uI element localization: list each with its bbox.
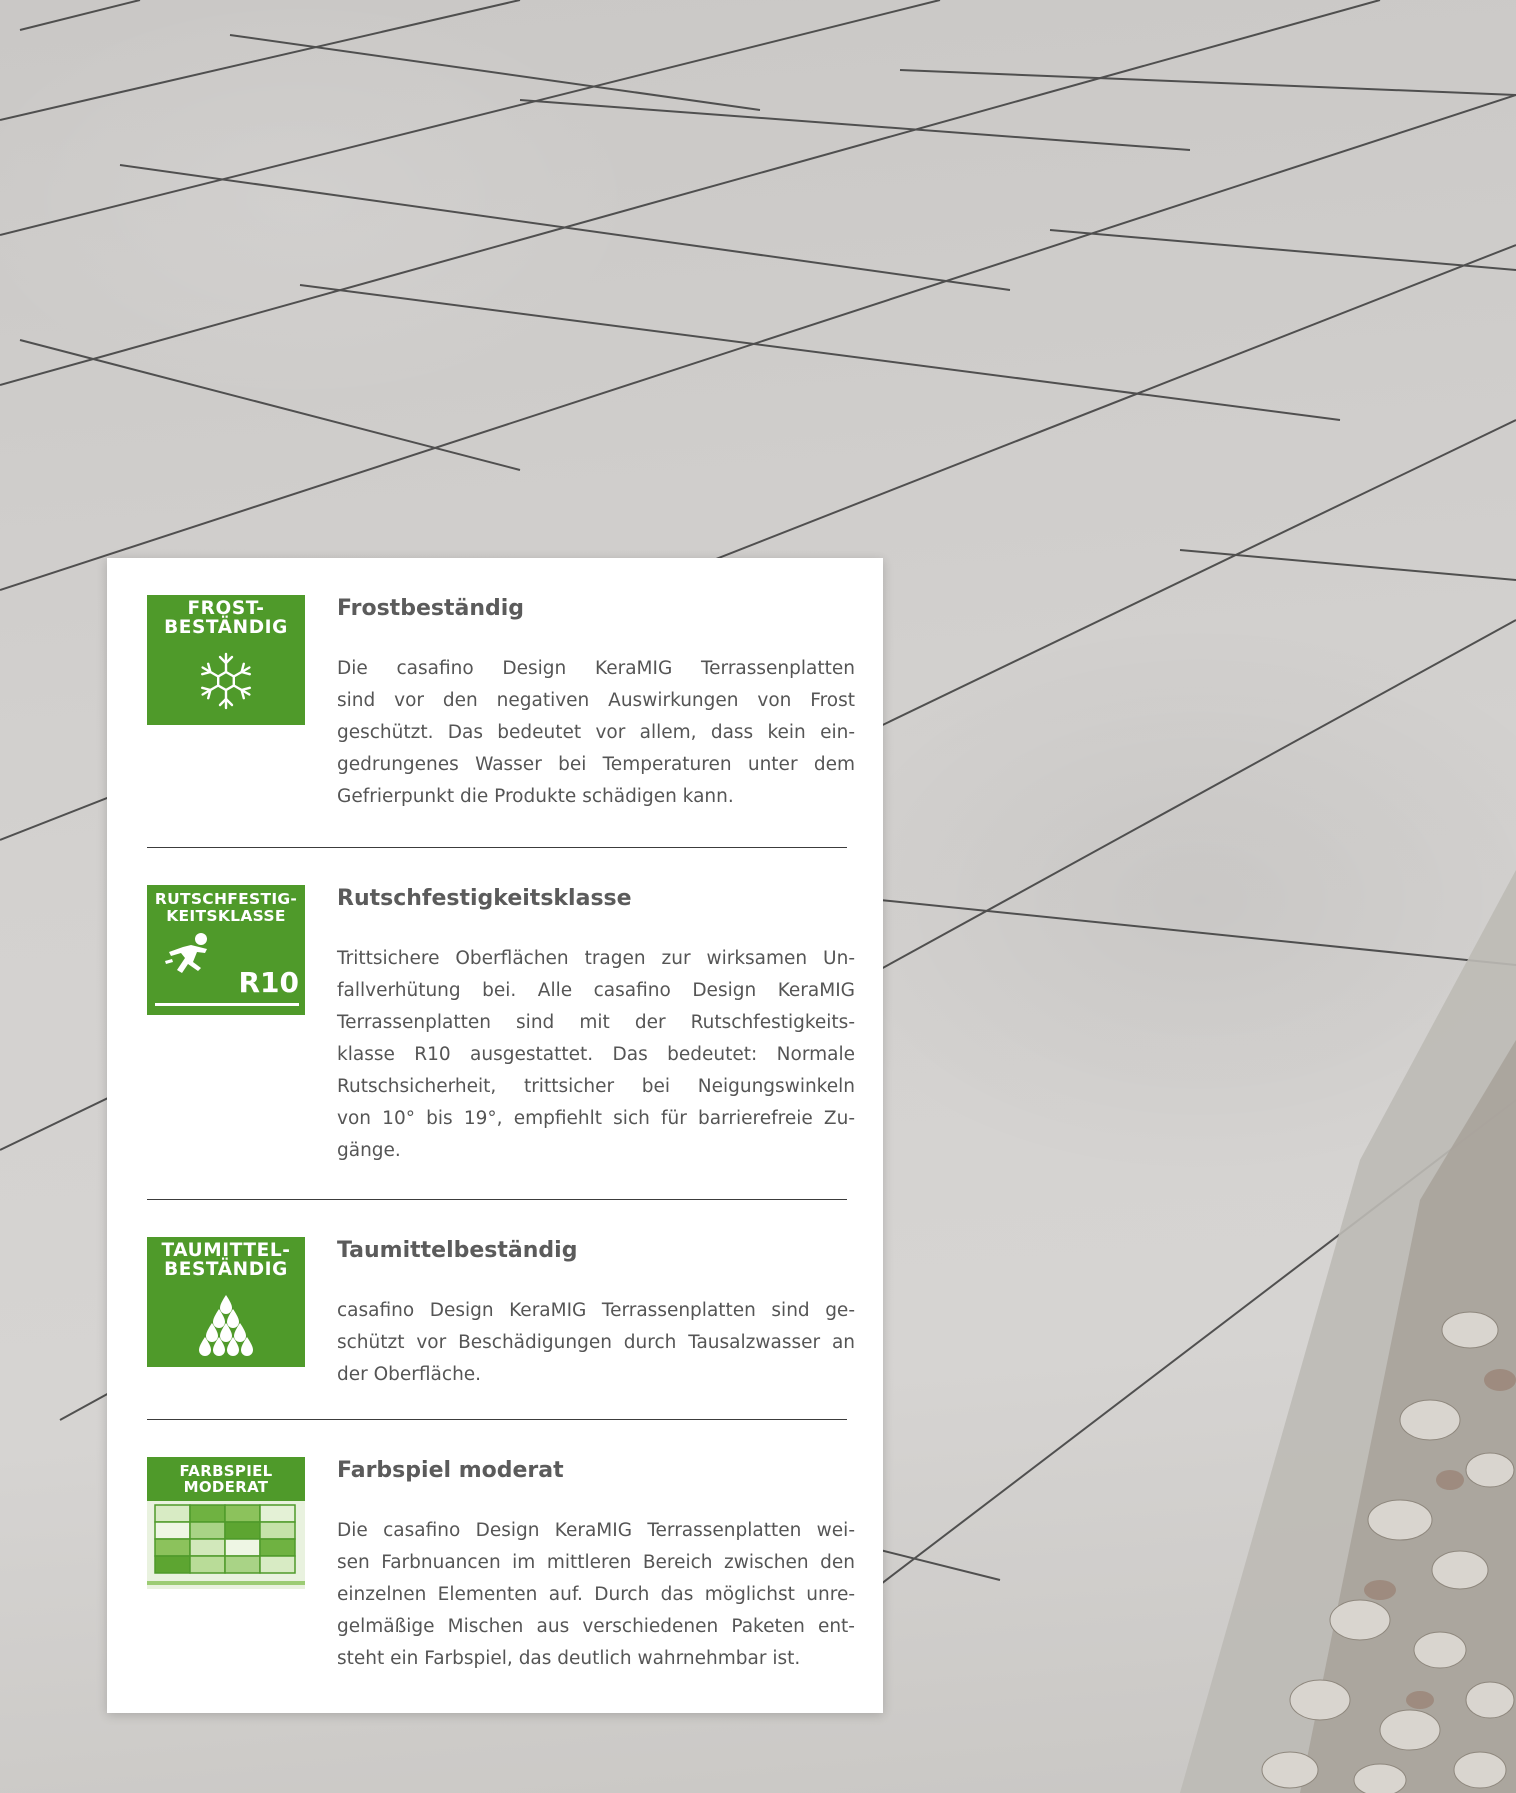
frost-badge-label: FROST- BESTÄNDIG bbox=[164, 598, 288, 638]
text-line: Terrassenplatten sind mit der Rutschfest… bbox=[337, 1012, 855, 1033]
color-play-badge-label: FARBSPIEL MODERAT bbox=[179, 1462, 273, 1496]
color-play-title: Farbspiel moderat bbox=[337, 1458, 564, 1483]
color-play-badge: FARBSPIEL MODERAT bbox=[147, 1457, 305, 1589]
frost-text: Die casafino Design KeraMIG Terrassenpla… bbox=[337, 653, 855, 813]
feature-frost: FROST- BESTÄNDIG Frostbeständig Die casa… bbox=[147, 595, 855, 825]
text-line: steht ein Farbspiel, das deutlich wahrne… bbox=[337, 1648, 801, 1669]
text-line: gedrungenes Wasser bei Temperaturen unte… bbox=[337, 754, 855, 775]
text-line: geschützt. Das bedeutet vor allem, dass … bbox=[337, 722, 855, 743]
divider bbox=[147, 1199, 847, 1200]
text-line: Rutschsicherheit, trittsicher bei Neigun… bbox=[337, 1076, 855, 1097]
slip-text: Trittsichere Oberflächen tragen zur wirk… bbox=[337, 943, 855, 1167]
text-line: Die casafino Design KeraMIG Terrassenpla… bbox=[337, 1520, 855, 1541]
water-drops-icon bbox=[199, 1295, 253, 1356]
text-line: Gefrierpunkt die Produkte schädigen kann… bbox=[337, 786, 734, 807]
slip-title: Rutschfestigkeitsklasse bbox=[337, 886, 632, 911]
feature-slip-resistance: RUTSCHFESTIG- KEITSKLASSE R10 Rutschfest… bbox=[147, 885, 855, 1185]
text-line: einzelnen Elementen auf. Durch das mögli… bbox=[337, 1584, 855, 1605]
text-line: Die casafino Design KeraMIG Terrassenpla… bbox=[337, 658, 855, 679]
text-line: von 10° bis 19°, empfiehlt sich für barr… bbox=[337, 1108, 855, 1129]
de-icing-text: casafino Design KeraMIG Terrassenplatten… bbox=[337, 1295, 855, 1391]
feature-color-play: FARBSPIEL MODERAT Farbspiel moderat Die … bbox=[147, 1457, 855, 1687]
text-line: schützt vor Beschädigungen durch Tausalz… bbox=[337, 1332, 855, 1353]
ground-line bbox=[155, 1003, 299, 1006]
color-play-text: Die casafino Design KeraMIG Terrassenpla… bbox=[337, 1515, 855, 1675]
frost-badge: FROST- BESTÄNDIG bbox=[147, 595, 305, 725]
divider bbox=[147, 847, 847, 848]
slip-badge-label: RUTSCHFESTIG- KEITSKLASSE bbox=[154, 890, 298, 925]
text-line: klasse R10 ausgestattet. Das bedeutet: N… bbox=[337, 1044, 855, 1065]
feature-panel: FROST- BESTÄNDIG Frostbeständig Die casa… bbox=[107, 558, 883, 1713]
text-line: der Oberfläche. bbox=[337, 1364, 482, 1385]
divider bbox=[147, 1419, 847, 1420]
de-icing-badge-label: TAUMITTEL- BESTÄNDIG bbox=[161, 1240, 291, 1280]
de-icing-badge: TAUMITTEL- BESTÄNDIG bbox=[147, 1237, 305, 1367]
text-line: Trittsichere Oberflächen tragen zur wirk… bbox=[337, 948, 855, 969]
feature-de-icing: TAUMITTEL- BESTÄNDIG Taumittelbeständig … bbox=[147, 1237, 855, 1397]
text-line: casafino Design KeraMIG Terrassenplatten… bbox=[337, 1300, 855, 1321]
text-line: gelmäßige Mischen aus verschiedenen Pake… bbox=[337, 1616, 855, 1637]
slipping-person-icon bbox=[165, 933, 207, 973]
de-icing-title: Taumittelbeständig bbox=[337, 1238, 578, 1263]
snowflake-icon bbox=[198, 652, 254, 710]
text-line: sen Farbnuancen im mittleren Bereich zwi… bbox=[337, 1552, 855, 1573]
color-grid-icon bbox=[147, 1501, 305, 1589]
slip-rating-value: R10 bbox=[238, 966, 299, 999]
text-line: sind vor den negativen Auswirkungen von … bbox=[337, 690, 855, 711]
text-line: gänge. bbox=[337, 1140, 401, 1161]
slip-badge: RUTSCHFESTIG- KEITSKLASSE R10 bbox=[147, 885, 305, 1015]
frost-title: Frostbeständig bbox=[337, 596, 525, 621]
text-line: fallverhütung bei. Alle casafino Design … bbox=[337, 980, 855, 1001]
